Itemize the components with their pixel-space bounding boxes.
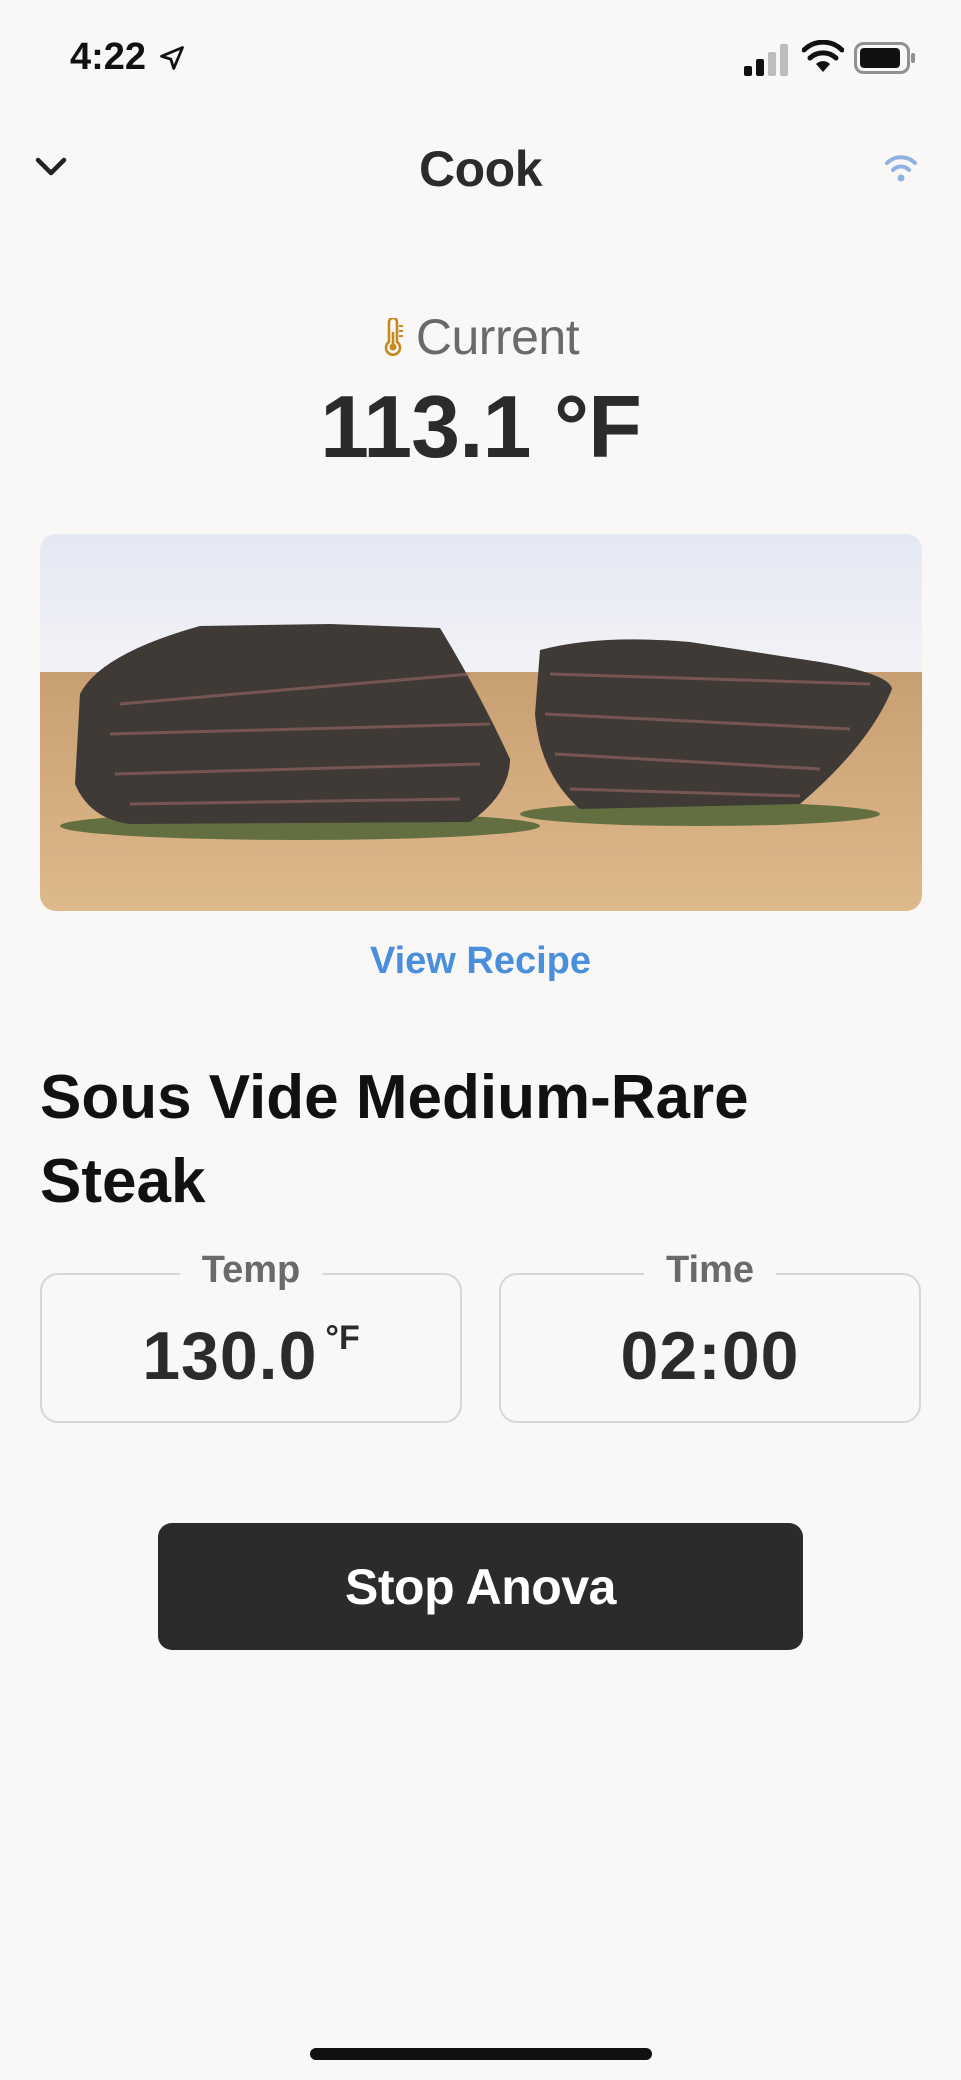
view-recipe-link[interactable]: View Recipe <box>0 940 961 983</box>
steak-photo <box>40 534 922 911</box>
temp-value-row: 130.0 °F <box>42 1317 460 1395</box>
thermometer-icon <box>384 318 403 356</box>
stop-anova-button[interactable]: Stop Anova <box>158 1523 803 1650</box>
current-label: Current <box>415 309 580 365</box>
temp-label: Temp <box>179 1249 323 1292</box>
current-temp-header: Current <box>0 308 961 366</box>
wifi-icon <box>802 40 844 72</box>
time-value-row: 02:00 <box>501 1317 919 1395</box>
temp-setting[interactable]: Temp 130.0 °F <box>40 1249 462 1423</box>
time-setting[interactable]: Time 02:00 <box>499 1249 921 1423</box>
current-temp-value: 113.1 °F <box>320 377 642 476</box>
nav-bar: Cook <box>0 130 961 210</box>
status-time: 4:22 <box>70 36 147 78</box>
cellular-signal-icon <box>744 44 788 76</box>
battery-icon <box>854 42 915 74</box>
status-bar: 4:22 <box>0 0 961 120</box>
temp-value: 130.0 <box>142 1318 318 1394</box>
temp-unit: °F <box>325 1319 360 1357</box>
time-value: 02:00 <box>620 1318 800 1394</box>
wifi-connection-icon[interactable] <box>882 152 920 182</box>
page-title: Cook <box>419 141 543 197</box>
home-indicator[interactable] <box>310 2048 652 2060</box>
time-label: Time <box>643 1249 777 1292</box>
location-arrow-icon <box>160 46 184 70</box>
recipe-title: Sous Vide Medium-Rare Steak <box>40 1063 749 1216</box>
